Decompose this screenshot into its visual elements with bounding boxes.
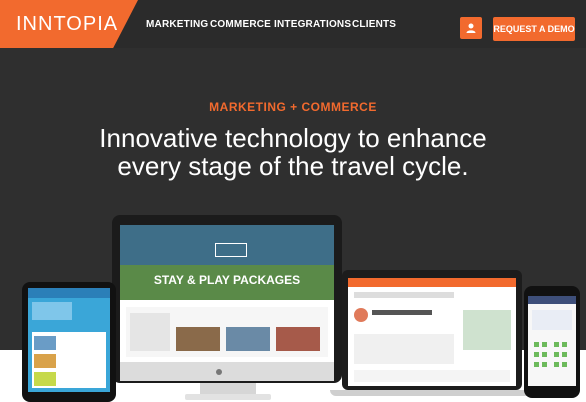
- phone-seat: [562, 342, 567, 347]
- phone-screen: [528, 296, 576, 386]
- phone-seat: [562, 352, 567, 357]
- phone-seat: [542, 342, 547, 347]
- nav-item-clients[interactable]: CLIENTS: [352, 19, 396, 30]
- laptop-image: [342, 270, 522, 390]
- phone-seat: [542, 362, 547, 367]
- phone-seat: [534, 352, 539, 357]
- laptop-map: [463, 310, 511, 350]
- monitor-banner-text: STAY & PLAY PACKAGES: [153, 273, 301, 287]
- tablet-screen: [28, 288, 110, 392]
- laptop-avatar: [354, 308, 368, 322]
- tablet-thumb-1: [34, 336, 56, 350]
- phone-seat: [554, 362, 559, 367]
- logo-text: INNTOPIA: [16, 13, 119, 35]
- phone-seat: [534, 362, 539, 367]
- laptop-title-bar: [354, 292, 454, 298]
- monitor-thumb-3: [276, 327, 320, 351]
- phone-seat: [562, 362, 567, 367]
- monitor-sidebar: [130, 313, 170, 351]
- phone-seat: [534, 342, 539, 347]
- tablet-thumb-3: [34, 372, 56, 386]
- laptop-details: [354, 334, 454, 364]
- monitor-logo-dot: [216, 369, 222, 375]
- monitor-stand-base: [185, 394, 271, 400]
- request-demo-button[interactable]: REQUEST A DEMO: [493, 17, 575, 41]
- monitor-resort-logo: [215, 243, 247, 257]
- phone-header: [528, 296, 576, 304]
- phone-calendar: [532, 310, 572, 330]
- hero-headline-line2: every stage of the travel cycle.: [117, 151, 469, 181]
- phone-seat: [554, 352, 559, 357]
- tablet-header: [28, 288, 110, 298]
- nav-item-commerce[interactable]: COMMERCE: [210, 19, 271, 30]
- hero-headline-line1: Innovative technology to enhance: [99, 123, 487, 153]
- phone-seat: [542, 352, 547, 357]
- user-button[interactable]: [460, 17, 482, 39]
- user-icon: [466, 23, 476, 33]
- tablet-banner: [32, 302, 72, 320]
- page: INNTOPIA MARKETING COMMERCE INTEGRATIONS…: [0, 0, 586, 402]
- monitor-thumb-1: [176, 327, 220, 351]
- phone-seat: [554, 342, 559, 347]
- monitor-chin: [120, 362, 334, 381]
- tablet-content: [32, 332, 106, 388]
- nav-item-marketing[interactable]: MARKETING: [146, 19, 208, 30]
- monitor-screen: STAY & PLAY PACKAGES: [120, 225, 334, 362]
- laptop-table: [354, 370, 510, 382]
- laptop-customer-name: [372, 310, 432, 315]
- laptop-base: [330, 390, 536, 396]
- phone-image: [524, 286, 580, 398]
- desktop-monitor-image: STAY & PLAY PACKAGES: [112, 215, 342, 383]
- tablet-image: [22, 282, 116, 402]
- hero-eyebrow: MARKETING + COMMERCE: [209, 100, 377, 114]
- laptop-app-bar: [348, 278, 516, 287]
- monitor-content: [126, 307, 328, 357]
- tablet-thumb-2: [34, 354, 56, 368]
- laptop-screen: [348, 278, 516, 386]
- hero-headline: Innovative technology to enhance every s…: [0, 124, 586, 180]
- monitor-thumb-2: [226, 327, 270, 351]
- nav-item-integrations[interactable]: INTEGRATIONS: [274, 19, 351, 30]
- monitor-hero-image: STAY & PLAY PACKAGES: [120, 225, 334, 300]
- top-navbar: INNTOPIA MARKETING COMMERCE INTEGRATIONS…: [0, 0, 586, 48]
- logo[interactable]: INNTOPIA: [0, 0, 138, 48]
